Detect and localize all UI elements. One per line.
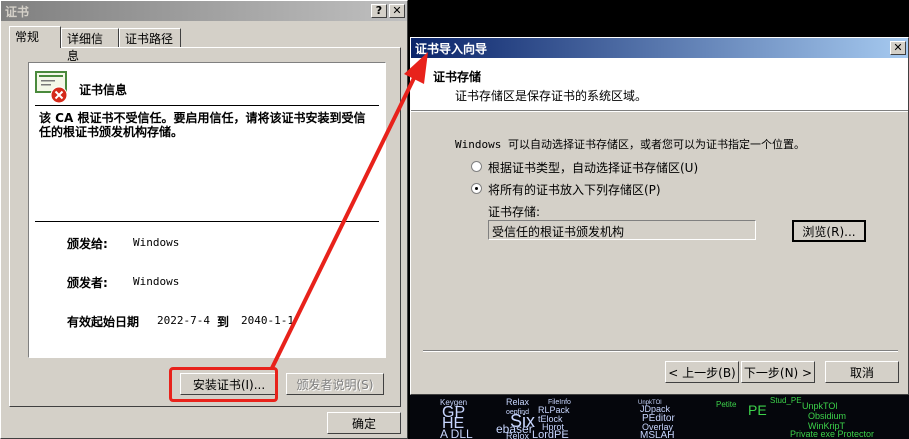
issued-to-value: Windows bbox=[133, 236, 180, 249]
valid-from-value: 2022-7-4 bbox=[157, 314, 210, 327]
wizard-title: 证书导入向导 bbox=[415, 41, 488, 56]
desktop-word: Relox bbox=[506, 431, 530, 439]
radio-auto-store-label[interactable]: 根据证书类型，自动选择证书存储区(U) bbox=[488, 159, 698, 176]
wizard-close-button[interactable]: ✕ bbox=[890, 41, 906, 55]
tab-cert-path[interactable]: 证书路径 bbox=[119, 28, 181, 47]
desktop-background: Keygen GP HE A DLL Relax oepfind Six ebaser Relo… bbox=[410, 395, 909, 439]
desktop-word: MSLAH bbox=[640, 430, 674, 439]
tab-panel: 证书信息 该 CA 根证书不受信任。要启用信任，请将该证书安装到受信任的根证书颁… bbox=[9, 47, 401, 407]
desktop-word: Private exe Protector bbox=[790, 429, 874, 439]
info-box: 证书信息 该 CA 根证书不受信任。要启用信任，请将该证书安装到受信任的根证书颁… bbox=[28, 62, 386, 358]
desktop-wordcloud: KeygenGPHEA DLLRelaxoepfindSixebaserRelo… bbox=[440, 396, 874, 439]
import-wizard-window: 证书导入向导 ✕ 证书存储 证书存储区是保存证书的系统区域。 Windows 可… bbox=[410, 37, 909, 395]
valid-to-value: 2040-1-1 bbox=[241, 314, 294, 327]
issued-by-value: Windows bbox=[133, 275, 180, 288]
certificate-error-icon bbox=[35, 71, 68, 104]
radio-manual-store-label[interactable]: 将所有的证书放入下列存储区(P) bbox=[488, 181, 661, 198]
desktop-word: Stud_PE bbox=[770, 396, 802, 405]
issued-by-label: 颁发者: bbox=[67, 276, 108, 290]
tab-details[interactable]: 详细信息 bbox=[61, 28, 119, 63]
ok-button[interactable]: 确定 bbox=[327, 412, 401, 434]
window-title: 证书 bbox=[5, 4, 30, 19]
wizard-titlebar: 证书导入向导 bbox=[411, 38, 908, 58]
wizard-description: Windows 可以自动选择证书存储区，或者您可以为证书指定一个位置。 bbox=[455, 138, 805, 151]
desktop-word: Petite bbox=[716, 400, 737, 409]
heading-divider bbox=[35, 105, 379, 106]
issued-to-label: 颁发给: bbox=[67, 237, 108, 251]
footer-divider bbox=[423, 350, 898, 352]
certificate-window: 证书 ? ✕ 常规 详细信息 证书路径 证书信息 该 CA 根证书不受信任。要启… bbox=[0, 0, 408, 439]
store-label: 证书存储: bbox=[488, 205, 541, 219]
install-highlight-box bbox=[169, 367, 278, 402]
info-heading: 证书信息 bbox=[79, 83, 128, 97]
radio-auto-store[interactable] bbox=[471, 161, 482, 172]
desktop-word: LordPE bbox=[532, 429, 569, 439]
warning-divider bbox=[35, 221, 379, 222]
valid-from-label: 有效起始日期 bbox=[67, 315, 140, 329]
browse-button[interactable]: 浏览(R)... bbox=[792, 220, 866, 242]
desktop-word: Obsidium bbox=[808, 411, 846, 421]
wizard-header: 证书存储 证书存储区是保存证书的系统区域。 bbox=[411, 58, 908, 110]
store-field: 受信任的根证书颁发机构 bbox=[488, 220, 756, 240]
desktop-word: Relax bbox=[506, 397, 530, 407]
wizard-heading: 证书存储 bbox=[433, 70, 482, 84]
next-button[interactable]: 下一步(N) > bbox=[741, 361, 815, 383]
certificate-titlebar: 证书 bbox=[1, 1, 407, 21]
desktop-word: UnpkTOl bbox=[802, 401, 837, 411]
radio-manual-store[interactable] bbox=[471, 183, 482, 194]
back-button[interactable]: < 上一步(B) bbox=[665, 361, 739, 383]
desktop-word: PE bbox=[748, 402, 767, 418]
close-button[interactable]: ✕ bbox=[389, 4, 405, 18]
issuer-statement-button: 颁发者说明(S) bbox=[286, 373, 384, 395]
untrusted-warning: 该 CA 根证书不受信任。要启用信任，请将该证书安装到受信任的根证书颁发机构存储… bbox=[39, 111, 366, 139]
cancel-button[interactable]: 取消 bbox=[825, 361, 899, 383]
header-divider bbox=[411, 110, 908, 112]
help-button[interactable]: ? bbox=[371, 4, 387, 18]
desktop-word: A DLL bbox=[440, 427, 473, 439]
tab-general[interactable]: 常规 bbox=[9, 26, 61, 48]
wizard-subheading: 证书存储区是保存证书的系统区域。 bbox=[455, 89, 648, 103]
valid-to-label: 到 bbox=[217, 315, 230, 329]
